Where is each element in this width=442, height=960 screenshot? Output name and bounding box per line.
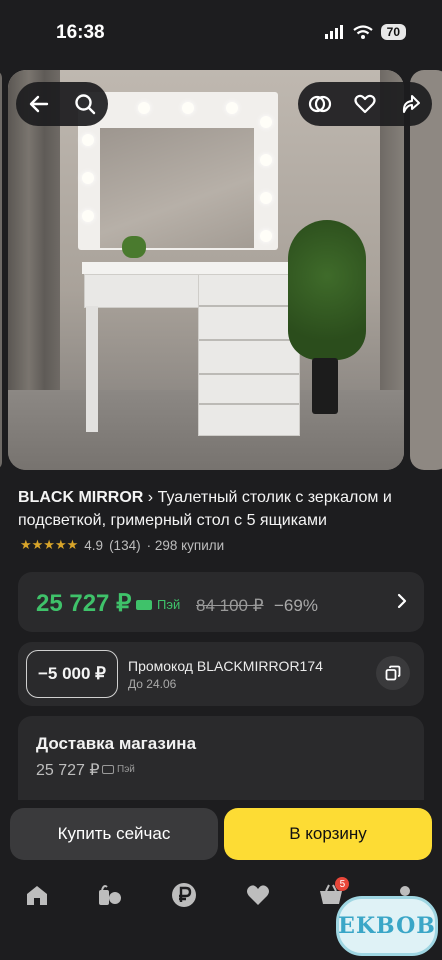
tab-catalog[interactable] <box>90 875 130 915</box>
delivery-price: 25 727 ₽ <box>36 762 100 779</box>
copy-promo-button[interactable] <box>376 656 410 690</box>
rating-stars: ★★★★★ <box>20 537 79 552</box>
product-gallery[interactable] <box>0 70 442 472</box>
product-photo[interactable] <box>8 70 404 470</box>
top-controls-right <box>298 82 432 126</box>
promo-expiry: До 24.06 <box>128 677 177 691</box>
promo-code: Промокод BLACKMIRROR174 <box>128 658 323 674</box>
photo-bulb <box>260 154 272 166</box>
photo-bulb <box>82 210 94 222</box>
photo-plant-pot <box>312 358 338 414</box>
photo-drawer-cabinet <box>198 274 300 436</box>
rating-value: 4.9 <box>84 537 104 553</box>
photo-mirror-glass <box>100 128 254 248</box>
reviews-count: (134) <box>109 537 141 553</box>
status-bar: 16:38 70 <box>0 0 442 64</box>
photo-bulb <box>260 230 272 242</box>
product-title: BLACK MIRROR › Туалетный столик с зеркал… <box>18 486 426 532</box>
top-controls-left <box>16 82 108 126</box>
pay-label: Пэй <box>157 597 181 612</box>
gallery-prev-photo[interactable] <box>0 70 2 470</box>
compare-button[interactable] <box>305 89 335 119</box>
tab-favorites[interactable] <box>238 875 278 915</box>
photo-small-plant <box>122 236 146 258</box>
battery-level: 70 <box>380 24 406 40</box>
delivery-title: Доставка магазина <box>36 734 197 753</box>
photo-bulb <box>226 102 238 114</box>
ruble-icon <box>172 883 197 907</box>
promo-value: −5 000 ₽ <box>26 650 118 698</box>
search-button[interactable] <box>70 89 100 119</box>
photo-bulb <box>82 134 94 146</box>
share-button[interactable] <box>395 89 425 119</box>
heart-icon <box>354 94 376 114</box>
photo-plant <box>288 220 366 360</box>
share-icon <box>402 95 420 113</box>
search-icon <box>75 94 96 115</box>
watermark-logo: EKBOB <box>336 896 438 956</box>
arrow-left-icon <box>29 95 49 113</box>
photo-mirror <box>78 92 278 250</box>
home-icon <box>26 886 47 905</box>
copy-icon <box>385 665 401 681</box>
status-time: 16:38 <box>56 22 105 43</box>
tab-home[interactable] <box>17 875 57 915</box>
catalog-icon <box>99 885 122 905</box>
pay-card-icon <box>136 599 152 610</box>
current-price: 25 727 ₽ <box>36 590 132 617</box>
photo-bulb <box>260 116 272 128</box>
status-icons: 70 <box>324 24 406 40</box>
promo-card[interactable]: −5 000 ₽ Промокод BLACKMIRROR174 До 24.0… <box>18 642 424 706</box>
brand-link[interactable]: BLACK MIRROR <box>18 489 143 506</box>
rating-row[interactable]: ★★★★★ 4.9 (134) · 298 купили <box>20 537 224 553</box>
chevron-right-icon <box>397 593 407 609</box>
photo-table-leg <box>86 306 98 432</box>
cart-count-badge: 5 <box>335 877 350 891</box>
pay-card-icon <box>102 765 114 774</box>
photo-bulb <box>260 192 272 204</box>
buy-now-button[interactable]: Купить сейчас <box>10 808 218 860</box>
heart-icon <box>246 885 269 905</box>
price-card[interactable]: 25 727 ₽ Пэй 84 100 ₽ −69% <box>18 572 424 632</box>
photo-table-top <box>82 262 302 274</box>
delivery-pay-badge: Пэй <box>102 764 135 775</box>
photo-bulb <box>182 102 194 114</box>
gallery-next-photo[interactable] <box>410 70 442 470</box>
photo-bulb <box>138 102 150 114</box>
old-price: 84 100 ₽ <box>196 596 264 615</box>
signal-icon <box>324 25 343 39</box>
discount-percent: −69% <box>274 596 318 615</box>
delivery-pay-label: Пэй <box>117 764 135 775</box>
photo-bulb <box>82 172 94 184</box>
wifi-icon <box>352 25 373 39</box>
compare-icon <box>309 95 332 113</box>
sold-count: · 298 купили <box>146 537 225 553</box>
pay-badge: Пэй <box>136 597 180 612</box>
favorite-button[interactable] <box>350 89 380 119</box>
tab-payments[interactable] <box>164 875 204 915</box>
back-button[interactable] <box>24 89 54 119</box>
add-to-cart-button[interactable]: В корзину <box>224 808 432 860</box>
breadcrumb-separator: › <box>147 489 154 506</box>
